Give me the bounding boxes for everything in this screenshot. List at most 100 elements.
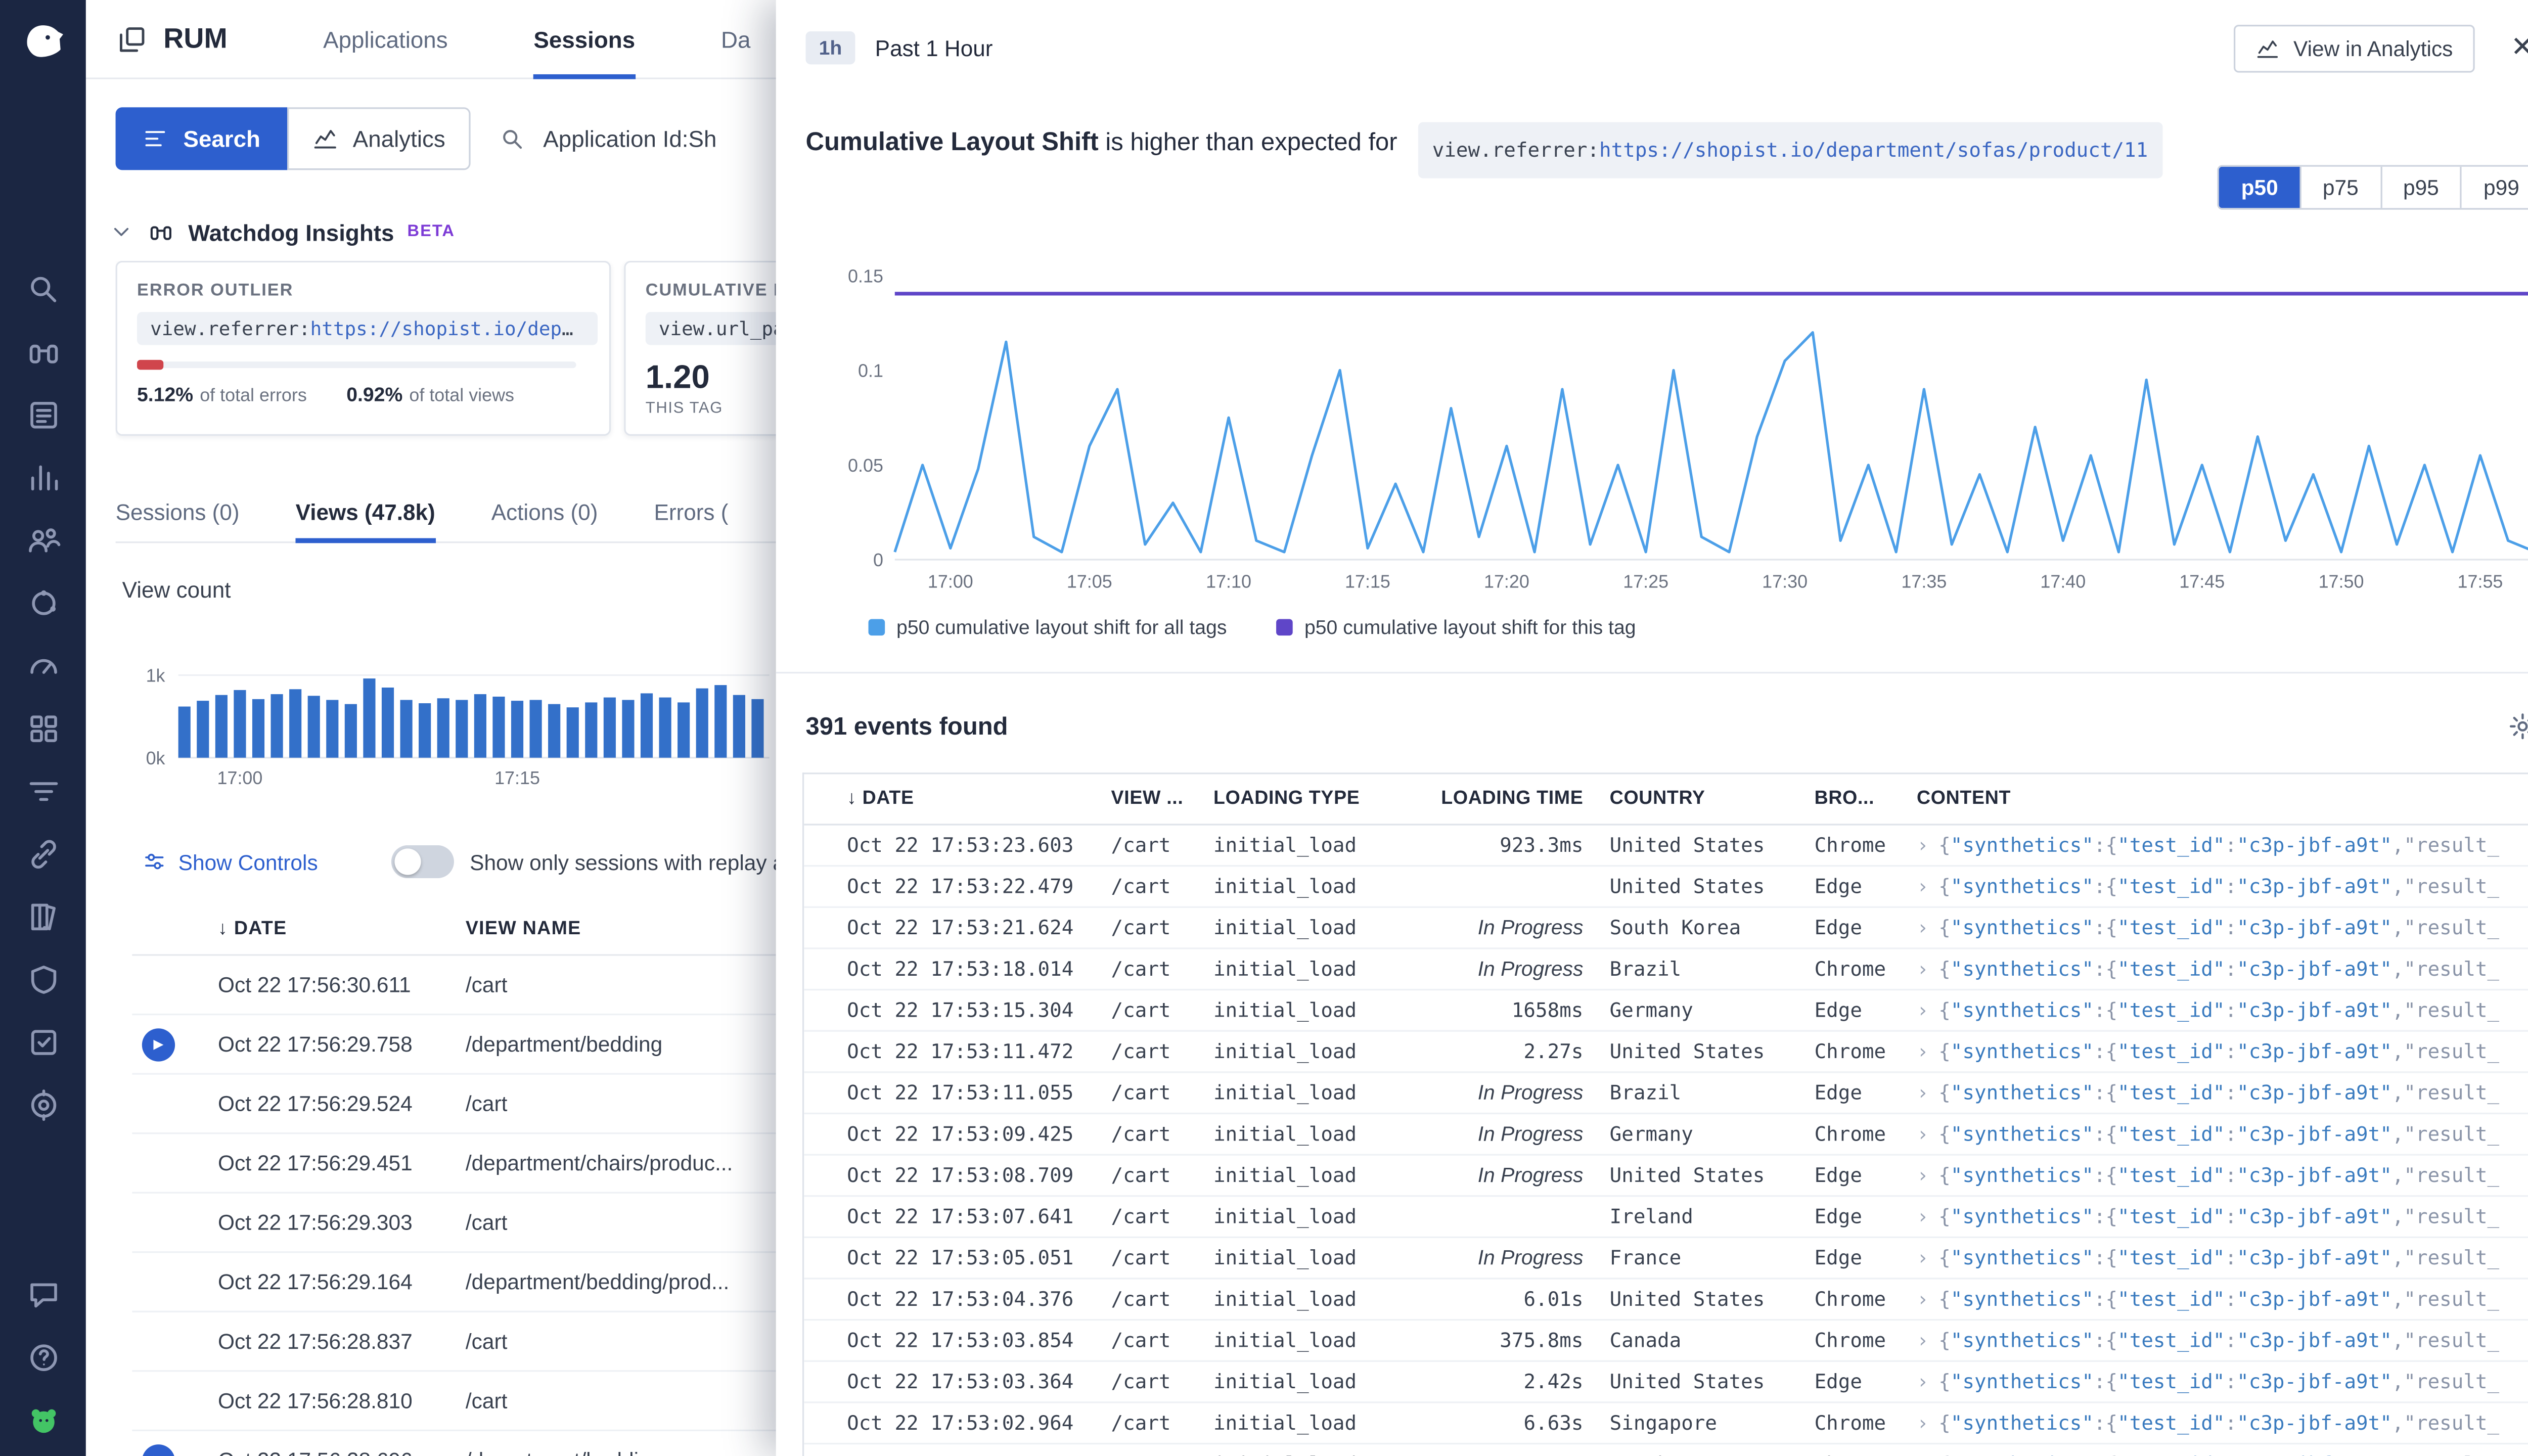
tab-errors-[interactable]: Errors ( [654, 489, 728, 541]
legend-item[interactable]: p50 cumulative layout shift for this tag [1276, 616, 1636, 639]
event-content[interactable]: ›{"synthetics":{"test_id":"c3p-jbf-a9t",… [1917, 1452, 2528, 1456]
expand-caret-icon[interactable]: › [1917, 1412, 1929, 1435]
event-content[interactable]: ›{"synthetics":{"test_id":"c3p-jbf-a9t",… [1917, 958, 2528, 981]
target-icon[interactable] [24, 1086, 62, 1124]
event-row[interactable]: Oct 22 17:53:21.624/cartinitial_loadIn P… [804, 908, 2528, 949]
event-row[interactable]: Oct 22 17:53:11.055/cartinitial_loadIn P… [804, 1073, 2528, 1114]
watchdog-icon[interactable] [24, 334, 62, 372]
expand-caret-icon[interactable]: › [1917, 1122, 1929, 1146]
expand-caret-icon[interactable]: › [1917, 1205, 1929, 1228]
gauge-icon[interactable] [24, 647, 62, 685]
event-content[interactable]: ›{"synthetics":{"test_id":"c3p-jbf-a9t",… [1917, 1246, 2528, 1269]
search-mode-button[interactable]: Search [116, 107, 287, 170]
metrics-icon[interactable] [24, 459, 62, 497]
event-content[interactable]: ›{"synthetics":{"test_id":"c3p-jbf-a9t",… [1917, 1122, 2528, 1146]
event-row[interactable]: Oct 22 17:53:02.964/cartinitial_load6.63… [804, 1403, 2528, 1445]
expand-caret-icon[interactable]: › [1917, 1288, 1929, 1311]
bits-bear-icon[interactable] [24, 1401, 62, 1439]
table-row[interactable]: Oct 22 17:56:30.611/cart [132, 956, 776, 1016]
nav-tab-sessions[interactable]: Sessions [533, 0, 635, 78]
expand-caret-icon[interactable]: › [1917, 875, 1929, 898]
events-col-6[interactable]: CONTENT [1917, 789, 2528, 809]
gear-icon[interactable] [2508, 711, 2528, 741]
expand-caret-icon[interactable]: › [1917, 1370, 1929, 1393]
table-row[interactable]: Oct 22 17:56:28.837/cart [132, 1312, 776, 1372]
event-row[interactable]: Oct 22 17:53:11.472/cartinitial_load2.27… [804, 1032, 2528, 1073]
watchdog-insights-header[interactable]: Watchdog Insights BETA [109, 218, 455, 246]
nav-tab-da[interactable]: Da [721, 0, 750, 78]
event-row[interactable]: Oct 22 17:53:08.709/cartinitial_loadIn P… [804, 1156, 2528, 1197]
nav-tab-applications[interactable]: Applications [323, 0, 448, 78]
event-content[interactable]: ›{"synthetics":{"test_id":"c3p-jbf-a9t",… [1917, 834, 2528, 857]
table-row[interactable]: Oct 22 17:56:29.164/department/bedding/p… [132, 1253, 776, 1312]
event-row[interactable]: Oct 22 17:53:22.479/cartinitial_loadUnit… [804, 867, 2528, 908]
link-icon[interactable] [24, 835, 62, 873]
events-col-3[interactable]: LOADING TIME [1418, 789, 1610, 809]
percentile-p95-button[interactable]: p95 [2380, 167, 2460, 208]
event-content[interactable]: ›{"synthetics":{"test_id":"c3p-jbf-a9t",… [1917, 1164, 2528, 1187]
view-in-analytics-button[interactable]: View in Analytics [2234, 24, 2474, 72]
events-col-4[interactable]: COUNTRY [1610, 789, 1815, 809]
security-icon[interactable] [24, 961, 62, 998]
expand-caret-icon[interactable]: › [1917, 1246, 1929, 1269]
table-row[interactable]: ▶Oct 22 17:56:28.696/department/bedding [132, 1431, 776, 1456]
pipelines-icon[interactable] [24, 772, 62, 810]
expand-caret-icon[interactable]: › [1917, 1081, 1929, 1105]
event-row[interactable]: Oct 22 17:53:03.364/cartinitial_load2.42… [804, 1362, 2528, 1403]
tab-views-47-8k-[interactable]: Views (47.8k) [296, 489, 435, 541]
event-content[interactable]: ›{"synthetics":{"test_id":"c3p-jbf-a9t",… [1917, 1288, 2528, 1311]
table-row[interactable]: Oct 22 17:56:29.451/department/chairs/pr… [132, 1134, 776, 1194]
percentile-p50-button[interactable]: p50 [2220, 167, 2299, 208]
help-icon[interactable] [24, 1339, 62, 1377]
people-icon[interactable] [24, 522, 62, 560]
event-content[interactable]: ›{"synthetics":{"test_id":"c3p-jbf-a9t",… [1917, 1412, 2528, 1435]
event-row[interactable]: Oct 22 17:53:07.641/cartinitial_loadIrel… [804, 1197, 2528, 1238]
events-col-5[interactable]: BRO... [1815, 789, 1917, 809]
percentile-p99-button[interactable]: p99 [2460, 167, 2528, 208]
event-content[interactable]: ›{"synthetics":{"test_id":"c3p-jbf-a9t",… [1917, 916, 2528, 939]
event-row[interactable]: Oct 22 17:53:04.376/cartinitial_load6.01… [804, 1280, 2528, 1321]
event-content[interactable]: ›{"synthetics":{"test_id":"c3p-jbf-a9t",… [1917, 1081, 2528, 1105]
datadog-logo-icon[interactable] [17, 13, 69, 66]
close-icon[interactable]: ✕ [2511, 31, 2528, 64]
tag-pill[interactable]: view.referrer:https://shopist.io/dep... [137, 312, 598, 345]
event-row[interactable]: Oct 22 17:53:03.854/cartinitial_load375.… [804, 1321, 2528, 1362]
compliance-icon[interactable] [24, 1023, 62, 1061]
events-col-2[interactable]: LOADING TYPE [1213, 789, 1418, 809]
expand-caret-icon[interactable]: › [1917, 1452, 1929, 1456]
event-content[interactable]: ›{"synthetics":{"test_id":"c3p-jbf-a9t",… [1917, 875, 2528, 898]
event-content[interactable]: ›{"synthetics":{"test_id":"c3p-jbf-a9t",… [1917, 1329, 2528, 1352]
event-row[interactable]: Oct 22 17:53:18.014/cartinitial_loadIn P… [804, 949, 2528, 991]
session-replay-play-button[interactable]: ▶ [142, 1028, 175, 1061]
event-content[interactable]: ›{"synthetics":{"test_id":"c3p-jbf-a9t",… [1917, 1040, 2528, 1063]
events-col-1[interactable]: VIEW ... [1111, 789, 1213, 809]
list-icon[interactable] [24, 396, 62, 434]
event-row[interactable]: Oct 22 17:53:05.051/cartinitial_loadIn P… [804, 1238, 2528, 1280]
insight-tag-pill[interactable]: view.referrer:https://shopist.io/departm… [1417, 122, 2162, 178]
tab-actions-0-[interactable]: Actions (0) [491, 489, 598, 541]
table-row[interactable]: Oct 22 17:56:29.524/cart [132, 1075, 776, 1134]
chat-icon[interactable] [24, 1276, 62, 1314]
table-row[interactable]: Oct 22 17:56:28.810/cart [132, 1372, 776, 1431]
query-search-input[interactable]: Application Id:Sh [499, 107, 776, 170]
analytics-mode-button[interactable]: Analytics [287, 107, 470, 170]
show-controls-link[interactable]: Show Controls [142, 849, 318, 874]
expand-caret-icon[interactable]: › [1917, 1040, 1929, 1063]
event-content[interactable]: ›{"synthetics":{"test_id":"c3p-jbf-a9t",… [1917, 1205, 2528, 1228]
tag-pill[interactable]: view.url_patl [646, 312, 776, 345]
event-row[interactable]: Oct 22 17:53:02.370/cartinitial_loadSout… [804, 1444, 2528, 1456]
table-row[interactable]: ▶Oct 22 17:56:29.758/department/bedding [132, 1015, 776, 1075]
views-col-viewname[interactable]: VIEW NAME [466, 920, 776, 939]
expand-caret-icon[interactable]: › [1917, 916, 1929, 939]
expand-caret-icon[interactable]: › [1917, 1164, 1929, 1187]
integrations-icon[interactable] [24, 710, 62, 748]
event-content[interactable]: ›{"synthetics":{"test_id":"c3p-jbf-a9t",… [1917, 999, 2528, 1022]
synthetics-icon[interactable] [24, 584, 62, 622]
expand-caret-icon[interactable]: › [1917, 834, 1929, 857]
legend-item[interactable]: p50 cumulative layout shift for all tags [869, 616, 1227, 639]
event-row[interactable]: Oct 22 17:53:15.304/cartinitial_load1658… [804, 990, 2528, 1032]
session-replay-play-button[interactable]: ▶ [142, 1444, 175, 1456]
expand-caret-icon[interactable]: › [1917, 999, 1929, 1022]
expand-caret-icon[interactable]: › [1917, 958, 1929, 981]
views-col-date[interactable]: ↓ DATE [218, 920, 466, 939]
